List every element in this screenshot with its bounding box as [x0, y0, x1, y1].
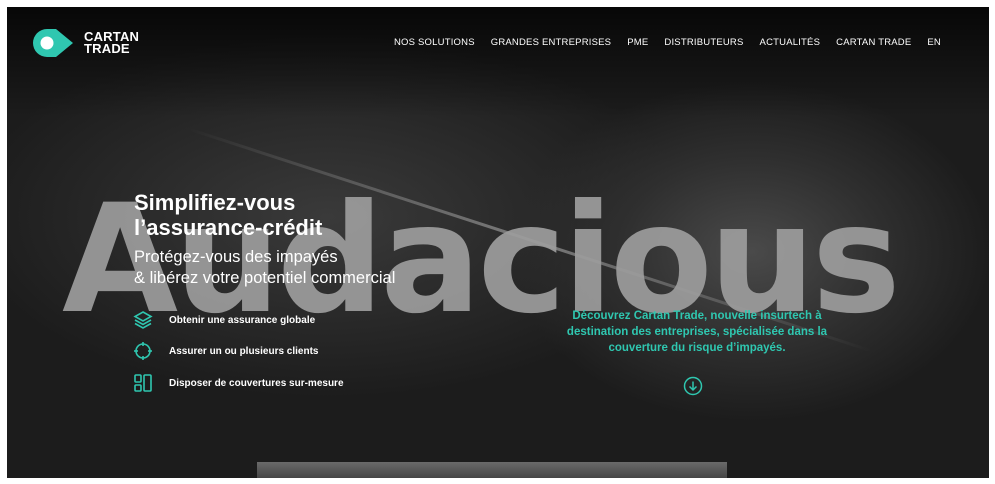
hero-subheadline: Protégez-vous des impayés & libérez votr… [134, 247, 395, 289]
nav-item-cartan-trade[interactable]: CARTAN TRADE [836, 37, 911, 48]
feature-label: Obtenir une assurance globale [169, 314, 316, 326]
feature-item-sur-mesure[interactable]: Disposer de couvertures sur-mesure [133, 373, 344, 393]
logo-icon [33, 29, 73, 57]
arrow-down-circle-icon[interactable] [683, 376, 703, 396]
layers-icon [133, 311, 153, 329]
nav-item-distributeurs[interactable]: DISTRIBUTEURS [664, 37, 743, 48]
logo-text: CARTAN TRADE [84, 30, 139, 56]
nav-item-grandes-entreprises[interactable]: GRANDES ENTREPRISES [491, 37, 611, 48]
feature-item-global[interactable]: Obtenir une assurance globale [133, 310, 315, 330]
feature-item-clients[interactable]: Assurer un ou plusieurs clients [133, 341, 318, 361]
nav-item-actualites[interactable]: ACTUALITÉS [760, 37, 821, 48]
feature-label: Disposer de couvertures sur-mesure [169, 377, 344, 389]
hero-section: Audacious CARTAN TRADE NOS SOLUTIONS GRA… [7, 7, 989, 478]
hero-headline: Simplifiez-vous l’assurance-crédit [134, 190, 322, 240]
hero-headline-line2: l’assurance-crédit [134, 215, 323, 240]
teaser-line1: Découvrez Cartan Trade, nouvelle insurte… [572, 310, 822, 322]
nav-item-nos-solutions[interactable]: NOS SOLUTIONS [394, 37, 475, 48]
hero-teaser: Découvrez Cartan Trade, nouvelle insurte… [532, 308, 862, 356]
logo[interactable]: CARTAN TRADE [30, 26, 139, 60]
header-shade [7, 7, 989, 117]
grid-blocks-icon [134, 374, 152, 392]
logo-name-line2: TRADE [84, 41, 130, 56]
main-nav: NOS SOLUTIONS GRANDES ENTREPRISES PME DI… [394, 37, 941, 48]
feature-label: Assurer un ou plusieurs clients [169, 345, 319, 357]
teaser-line3: couverture du risque d’impayés. [608, 342, 786, 354]
hero-sub-line2: & libérez votre potentiel commercial [134, 269, 396, 287]
background-pedestal [257, 462, 727, 478]
teaser-line2: destination des entreprises, spécialisée… [566, 326, 828, 338]
hero-sub-line1: Protégez-vous des impayés [134, 248, 338, 266]
target-icon [134, 342, 152, 360]
nav-item-pme[interactable]: PME [627, 37, 648, 48]
nav-item-language-en[interactable]: EN [927, 37, 941, 48]
hero-headline-line1: Simplifiez-vous [134, 190, 296, 215]
